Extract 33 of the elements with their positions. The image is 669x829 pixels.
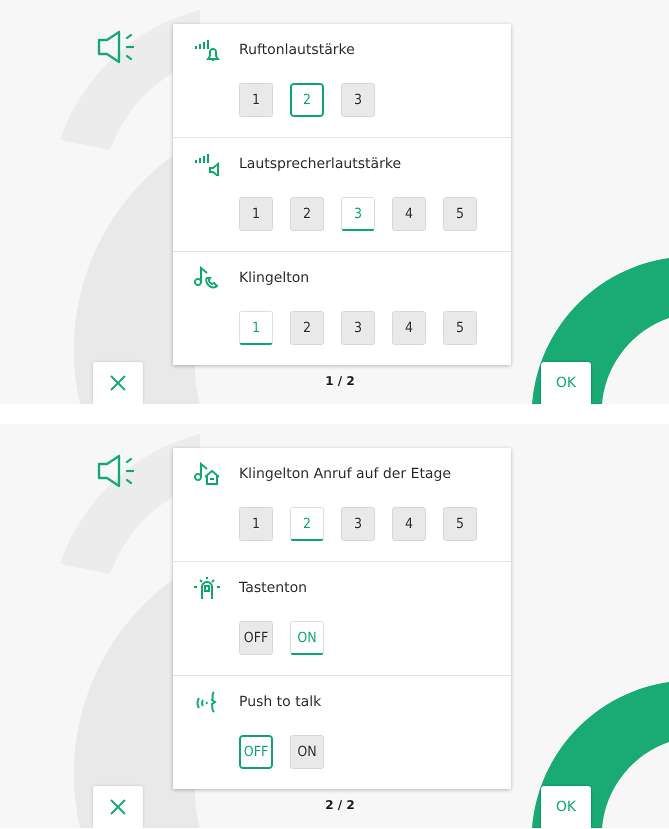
setting-label: Push to talk bbox=[239, 694, 322, 710]
option-button[interactable]: 4 bbox=[392, 507, 426, 541]
option-button[interactable]: ON bbox=[290, 735, 324, 769]
page-indicator: 1 / 2 bbox=[324, 374, 356, 388]
option-button[interactable]: 5 bbox=[443, 311, 477, 345]
cancel-button[interactable] bbox=[93, 362, 143, 404]
setting-label: Klingelton Anruf auf der Etage bbox=[239, 466, 452, 482]
option-button[interactable]: 3 bbox=[341, 83, 375, 117]
option-button[interactable]: 2 bbox=[290, 197, 324, 231]
setting-label: Lautsprecherlautstärke bbox=[239, 156, 402, 172]
option-button[interactable]: 1 bbox=[239, 507, 273, 541]
option-button[interactable]: 4 bbox=[392, 311, 426, 345]
note-phone-icon bbox=[193, 266, 221, 290]
option-button[interactable]: 3 bbox=[341, 311, 375, 345]
close-icon bbox=[109, 374, 127, 392]
option-button[interactable]: 3 bbox=[341, 507, 375, 541]
volume-speaker-icon bbox=[193, 152, 221, 176]
button-press-icon bbox=[193, 576, 221, 600]
setting-label: Tastenton bbox=[239, 580, 308, 596]
cancel-button[interactable] bbox=[93, 786, 143, 828]
note-house-icon bbox=[193, 462, 221, 486]
option-button[interactable]: OFF bbox=[239, 621, 273, 655]
option-button[interactable]: 2 bbox=[290, 311, 324, 345]
close-icon bbox=[109, 798, 127, 816]
volume-bell-icon bbox=[193, 38, 221, 62]
option-button[interactable]: 4 bbox=[392, 197, 426, 231]
page-indicator: 2 / 2 bbox=[324, 798, 356, 812]
setting-label: Klingelton bbox=[239, 270, 310, 286]
option-button[interactable]: 1 bbox=[239, 197, 273, 231]
setting-label: Ruftonlautstärke bbox=[239, 42, 355, 58]
option-button[interactable]: 5 bbox=[443, 507, 477, 541]
option-button[interactable]: 1 bbox=[239, 83, 273, 117]
option-button[interactable]: 5 bbox=[443, 197, 477, 231]
